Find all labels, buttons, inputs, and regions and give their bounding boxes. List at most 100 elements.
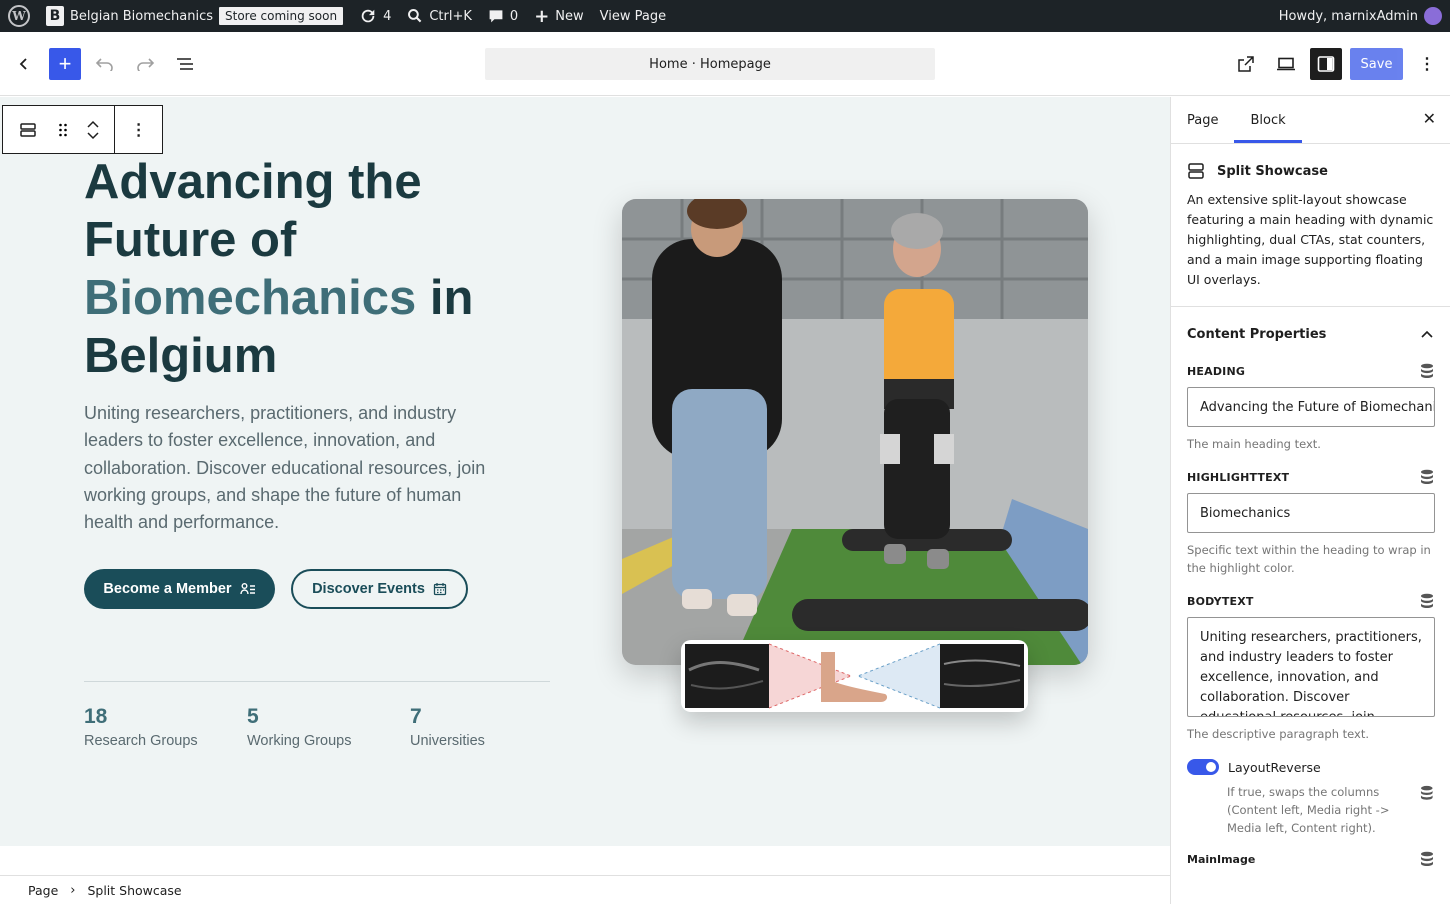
block-type-button[interactable] — [3, 106, 53, 153]
block-options-button[interactable]: ⋮ — [115, 106, 162, 153]
view-page-link[interactable]: View Page — [592, 0, 674, 32]
drag-handle[interactable] — [53, 106, 73, 153]
close-sidebar-button[interactable]: ✕ — [1423, 109, 1436, 128]
breadcrumb-root[interactable]: Page — [28, 883, 58, 898]
bodytext-help: The descriptive paragraph text. — [1187, 727, 1369, 741]
database-icon[interactable] — [1420, 469, 1434, 485]
block-icon — [20, 122, 36, 137]
editor-canvas: ⋮ Advancing the Future of Biomechanics i… — [0, 97, 1170, 875]
database-icon[interactable] — [1420, 851, 1434, 867]
main-image-field: MainImage — [1171, 849, 1450, 869]
heading-after-highlight: in — [416, 271, 474, 325]
sidebar-icon — [1317, 56, 1335, 72]
ultrasound-foot-illustration — [685, 643, 1024, 709]
store-status-badge[interactable]: Store coming soon — [219, 7, 344, 25]
undo-button[interactable] — [89, 48, 121, 80]
settings-sidebar-toggle[interactable] — [1310, 48, 1342, 80]
back-button[interactable] — [8, 48, 40, 80]
list-view-icon — [177, 58, 193, 70]
stat-value: 7 — [410, 705, 422, 728]
editor-toolbar: + Home · Homepage Save ⋮ — [0, 32, 1450, 96]
breadcrumb-current: Split Showcase — [87, 882, 182, 898]
stat-universities: 7 Universities — [410, 705, 485, 749]
comments-count: 0 — [509, 8, 519, 24]
bodytext-textarea[interactable]: Uniting researchers, practitioners, and … — [1187, 617, 1435, 717]
database-icon[interactable] — [1420, 593, 1434, 609]
updates-count: 4 — [383, 8, 392, 24]
hero-body-text[interactable]: Uniting researchers, practitioners, and … — [84, 400, 504, 536]
database-icon[interactable] — [1420, 785, 1434, 801]
options-menu-button[interactable]: ⋮ — [1411, 48, 1443, 80]
stat-working-groups: 5 Working Groups — [247, 705, 352, 749]
document-overview-button[interactable] — [169, 48, 201, 80]
site-name-menu[interactable]: B Belgian Biomechanics Store coming soon — [38, 0, 351, 32]
close-icon: ✕ — [1422, 109, 1436, 128]
main-image-label: MainImage — [1187, 852, 1256, 866]
redo-icon — [137, 58, 155, 71]
plus-icon: + — [58, 51, 72, 76]
updates-menu[interactable]: 4 — [351, 0, 399, 32]
heading-line-4: Belgium — [84, 329, 278, 383]
search-shortcut: Ctrl+K — [429, 8, 472, 24]
more-vertical-icon: ⋮ — [1419, 56, 1435, 73]
admin-bar: W B Belgian Biomechanics Store coming so… — [0, 0, 1450, 32]
new-label: New — [555, 8, 584, 24]
heading-field: HEADING Advancing the Future of Biomecha… — [1171, 361, 1450, 453]
desktop-icon — [1277, 57, 1295, 71]
become-member-button[interactable]: Become a Member — [84, 569, 275, 609]
heading-line-2: Future of — [84, 213, 297, 267]
stat-value: 5 — [247, 705, 259, 728]
content-properties-panel-toggle[interactable]: Content Properties — [1171, 307, 1450, 361]
heading-input[interactable]: Advancing the Future of Biomechanics — [1187, 387, 1435, 427]
drag-icon — [58, 123, 67, 136]
tab-block[interactable]: Block — [1234, 97, 1301, 143]
my-account-menu[interactable]: Howdy, marnixAdmin — [1279, 7, 1450, 25]
search-icon — [408, 9, 422, 23]
site-icon: B — [46, 6, 64, 26]
stats-divider — [84, 681, 550, 682]
floating-overlay-image[interactable] — [681, 640, 1028, 712]
primary-cta-label: Become a Member — [103, 581, 232, 597]
avatar — [1424, 7, 1442, 25]
heading-help: The main heading text. — [1187, 437, 1321, 451]
main-image[interactable] — [622, 199, 1088, 665]
block-toolbar: ⋮ — [2, 105, 163, 154]
sidebar-tabs: Page Block ✕ — [1171, 97, 1450, 144]
user-list-icon — [239, 583, 255, 595]
layout-reverse-toggle[interactable] — [1187, 759, 1219, 775]
chevron-right-icon: › — [70, 882, 76, 898]
command-palette-button[interactable]: Ctrl+K — [399, 0, 480, 32]
document-title-bar[interactable]: Home · Homepage — [485, 48, 935, 80]
updates-icon — [361, 9, 375, 23]
new-content-menu[interactable]: + New — [526, 0, 591, 32]
lab-photo-illustration — [622, 199, 1088, 665]
bodytext-field: BODYTEXT Uniting researchers, practition… — [1171, 591, 1450, 743]
chevron-up-icon[interactable] — [86, 119, 100, 129]
comments-menu[interactable]: 0 — [480, 0, 526, 32]
heading-highlight: Biomechanics — [84, 271, 417, 325]
discover-events-button[interactable]: Discover Events — [291, 569, 468, 609]
secondary-cta-label: Discover Events — [312, 581, 425, 597]
panel-title: Content Properties — [1187, 326, 1327, 342]
hero-heading[interactable]: Advancing the Future of Biomechanics in … — [84, 153, 524, 385]
chevron-down-icon[interactable] — [86, 131, 100, 141]
split-showcase-block[interactable]: ⋮ Advancing the Future of Biomechanics i… — [0, 97, 1170, 846]
tab-page[interactable]: Page — [1171, 97, 1234, 143]
save-button[interactable]: Save — [1350, 48, 1403, 80]
wordpress-logo-menu[interactable]: W — [0, 0, 38, 32]
block-inserter-button[interactable]: + — [49, 48, 81, 80]
greeting: Howdy, marnixAdmin — [1278, 8, 1418, 24]
view-page-button[interactable] — [1230, 48, 1262, 80]
block-icon — [1188, 163, 1204, 179]
highlight-input[interactable]: Biomechanics — [1187, 493, 1435, 533]
document-title: Home · Homepage — [649, 56, 771, 72]
chevron-up-icon — [1421, 330, 1433, 338]
site-name: Belgian Biomechanics — [70, 8, 213, 24]
redo-button[interactable] — [129, 48, 161, 80]
stat-label: Research Groups — [84, 733, 198, 749]
database-icon[interactable] — [1420, 363, 1434, 379]
block-name: Split Showcase — [1217, 163, 1328, 179]
highlight-label: HIGHLIGHTTEXT — [1187, 470, 1290, 484]
device-preview-button[interactable] — [1270, 48, 1302, 80]
calendar-icon — [433, 583, 447, 596]
